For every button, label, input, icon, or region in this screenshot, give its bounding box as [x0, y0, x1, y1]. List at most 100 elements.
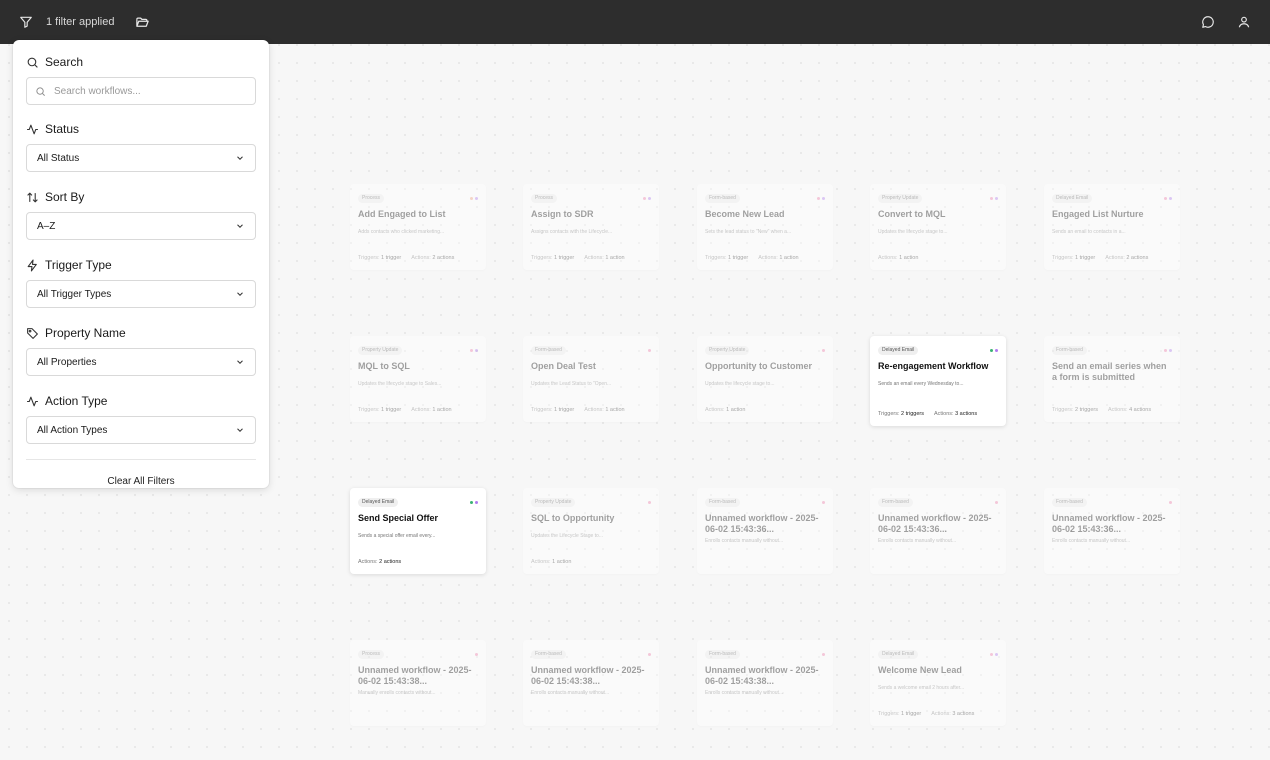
sort-select[interactable]: A–Z: [26, 212, 256, 240]
workflow-title: MQL to SQL: [358, 361, 410, 371]
workflow-type-badge: Form-based: [531, 345, 566, 355]
action-select-value: All Action Types: [37, 424, 108, 436]
workflow-card[interactable]: Form-based Become New Lead Sets the lead s…: [697, 184, 833, 270]
workflow-description: Updates the lifecycle stage to...: [878, 229, 948, 235]
card-header: Property Update: [878, 193, 998, 203]
triggers-count: Triggers: 2 triggers: [878, 411, 924, 417]
card-header: Process: [358, 649, 478, 659]
trigger-select[interactable]: All Trigger Types: [26, 280, 256, 308]
actions-count: Actions: 2 actions: [411, 255, 454, 261]
status-dots: [1164, 196, 1172, 200]
top-bar-left: 1 filter applied: [12, 8, 157, 36]
workflow-description: Updates the Lifecycle Stage to...: [531, 533, 603, 539]
folder-open-icon[interactable]: [129, 8, 157, 36]
workflow-card[interactable]: Delayed Email Send Special Offer Sends a s…: [350, 488, 486, 574]
search-box[interactable]: [26, 77, 256, 105]
triggers-value: 1 trigger: [554, 255, 575, 261]
workflow-title: Re-engagement Workflow: [878, 361, 989, 371]
action-select[interactable]: All Action Types: [26, 416, 256, 444]
card-footer: Actions: 2 actions: [358, 559, 401, 565]
triggers-label: Triggers:: [358, 255, 380, 261]
triggers-value: 1 trigger: [554, 407, 575, 413]
workflow-card[interactable]: Form-based Unnamed workflow - 2025-06-02 …: [1044, 488, 1180, 574]
status-dot: [648, 652, 651, 656]
actions-label: Actions:: [933, 411, 954, 417]
status-dot: [475, 500, 478, 504]
activity-icon: [27, 124, 38, 134]
status-dots: [990, 196, 998, 200]
workflow-card[interactable]: Property Update Opportunity to Customer Up…: [697, 336, 833, 422]
actions-label: Actions:: [411, 255, 431, 261]
workflow-type-badge: Form-based: [531, 649, 566, 659]
actions-label: Actions:: [931, 711, 951, 717]
workflow-title: Become New Lead: [705, 209, 785, 219]
actions-value: 1 action: [432, 407, 452, 413]
workflow-card[interactable]: Process Assign to SDR Assigns contacts wit…: [523, 184, 659, 270]
filter-icon[interactable]: [12, 8, 40, 36]
trigger-section-title: Trigger Type: [26, 255, 256, 275]
card-footer: Triggers: 1 trigger Actions: 1 action: [705, 255, 799, 261]
workflow-description: Enrolls contacts manually without...: [1052, 538, 1131, 544]
workflow-title: Engaged List Nurture: [1052, 209, 1144, 219]
status-dot: [990, 652, 993, 656]
status-dot: [1164, 348, 1167, 352]
actions-value: 2 actions: [432, 255, 455, 261]
workflow-card[interactable]: Form-based Unnamed workflow - 2025-06-02 …: [870, 488, 1006, 574]
property-select[interactable]: All Properties: [26, 348, 256, 376]
triggers-count: Triggers: 1 trigger: [878, 711, 921, 717]
workflow-card[interactable]: Form-based Send an email series when a fo…: [1044, 336, 1180, 422]
card-header: Form-based: [705, 193, 825, 203]
workflow-card[interactable]: Property Update SQL to Opportunity Updates…: [523, 488, 659, 574]
card-header: Process: [531, 193, 651, 203]
status-label: Status: [45, 122, 80, 136]
workflow-card[interactable]: Form-based Unnamed workflow - 2025-06-02 …: [697, 488, 833, 574]
workflow-title: Unnamed workflow - 2025-06-02 15:43:36..…: [705, 513, 819, 534]
workflow-description: Updates the lifecycle stage to Sales...: [358, 381, 442, 387]
tag-icon: [27, 327, 38, 339]
workflow-title: Add Engaged to List: [358, 209, 446, 219]
actions-value: 1 action: [605, 407, 625, 413]
workflow-card[interactable]: Form-based Open Deal Test Updates the Lead…: [523, 336, 659, 422]
triggers-count: Triggers: 1 trigger: [1052, 255, 1095, 261]
actions-value: 1 action: [605, 255, 625, 261]
search-input[interactable]: [54, 85, 244, 97]
status-dot: [990, 348, 993, 352]
workflow-title: Unnamed workflow - 2025-06-02 15:43:38..…: [705, 665, 819, 686]
workflow-card[interactable]: Process Add Engaged to List Adds contacts …: [350, 184, 486, 270]
status-dots: [470, 196, 478, 200]
workflow-card[interactable]: Property Update Convert to MQL Updates the…: [870, 184, 1006, 270]
triggers-count: Triggers: 1 trigger: [358, 255, 401, 261]
status-dot: [990, 196, 993, 200]
actions-label: Actions:: [758, 255, 778, 261]
triggers-count: Triggers: 1 trigger: [531, 407, 574, 413]
clear-all-filters-button[interactable]: Clear All Filters: [26, 474, 256, 489]
triggers-value: 1 trigger: [901, 711, 922, 717]
workflow-card[interactable]: Form-based Unnamed workflow - 2025-06-02 …: [523, 640, 659, 726]
workflow-card[interactable]: Delayed Email Re-engagement Workflow Sends…: [870, 336, 1006, 426]
status-dots: [995, 500, 998, 504]
status-select-value: All Status: [37, 152, 80, 164]
workflow-card[interactable]: Process Unnamed workflow - 2025-06-02 15:…: [350, 640, 486, 726]
status-dot: [822, 500, 825, 504]
card-header: Form-based: [531, 649, 651, 659]
workflow-type-badge: Delayed Email: [358, 497, 399, 507]
status-dot: [995, 500, 998, 504]
triggers-label: Triggers:: [1052, 407, 1074, 413]
status-dot: [648, 348, 651, 352]
workflow-description: Sends a welcome email 2 hours after...: [878, 685, 965, 691]
status-dot: [995, 196, 998, 200]
status-dot: [822, 652, 825, 656]
workflow-card[interactable]: Property Update MQL to SQL Updates the lif…: [350, 336, 486, 422]
status-select[interactable]: All Status: [26, 144, 256, 172]
workflow-card[interactable]: Delayed Email Engaged List Nurture Sends a…: [1044, 184, 1180, 270]
sort-select-value: A–Z: [37, 220, 56, 232]
status-dot: [470, 348, 473, 352]
workflow-card[interactable]: Form-based Unnamed workflow - 2025-06-02 …: [697, 640, 833, 726]
card-footer: Triggers: 1 trigger Actions: 1 action: [358, 407, 452, 413]
workflow-type-badge: Process: [358, 193, 385, 203]
user-icon[interactable]: [1230, 8, 1258, 36]
chat-icon[interactable]: [1194, 8, 1222, 36]
workflow-card[interactable]: Delayed Email Welcome New Lead Sends a wel…: [870, 640, 1006, 726]
workflow-title: Opportunity to Customer: [705, 361, 812, 371]
workflow-title: SQL to Opportunity: [531, 513, 615, 523]
